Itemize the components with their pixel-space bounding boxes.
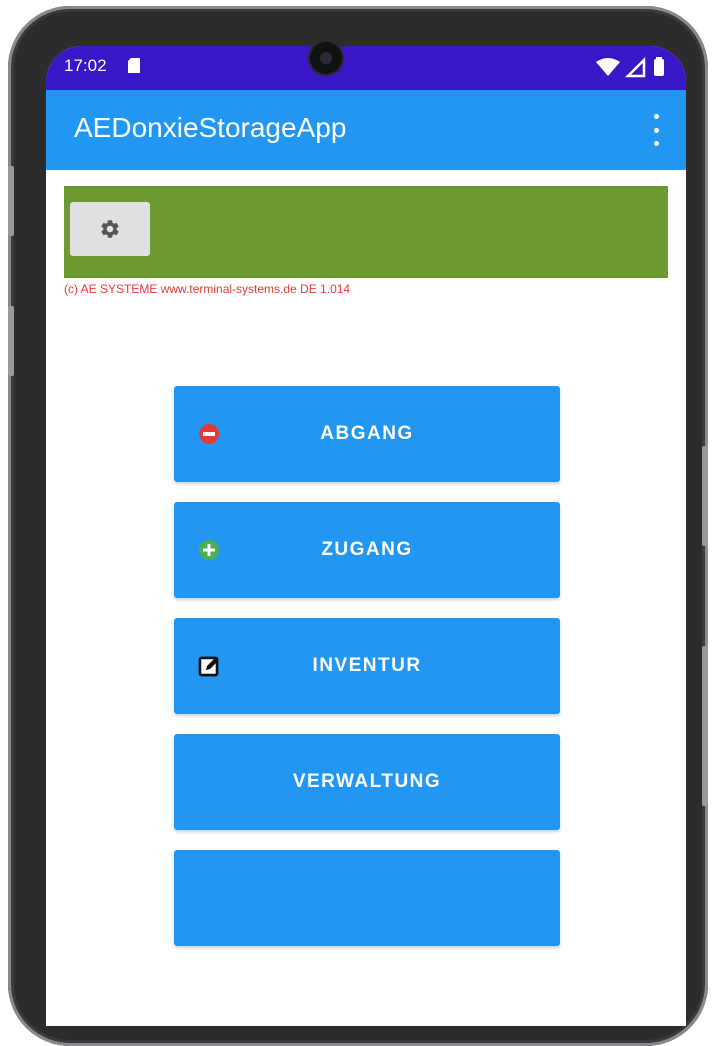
status-icons <box>596 56 664 78</box>
app-title: AEDonxieStorageApp <box>74 112 347 143</box>
phone-screen: 17:02 AEDonxieStorageApp (c) AE SYSTEME … <box>46 46 686 1026</box>
front-camera <box>310 42 342 74</box>
zugang-label: ZUGANG <box>321 539 413 560</box>
copyright-text: (c) AE SYSTEME www.terminal-systems.de D… <box>64 282 351 296</box>
sd-card-icon <box>128 58 140 73</box>
empty-button[interactable] <box>174 850 560 946</box>
settings-panel <box>64 186 668 278</box>
battery-icon <box>654 59 664 76</box>
inventur-button[interactable]: INVENTUR <box>174 618 560 714</box>
zugang-button[interactable]: ZUGANG <box>174 502 560 598</box>
empty-label <box>174 850 560 946</box>
status-time: 17:02 <box>64 56 107 75</box>
verwaltung-button[interactable]: VERWALTUNG <box>174 734 560 830</box>
status-bar: 17:02 <box>46 46 686 90</box>
side-button <box>8 166 14 236</box>
app-bar: AEDonxieStorageApp <box>46 90 686 170</box>
phone-frame: 17:02 AEDonxieStorageApp (c) AE SYSTEME … <box>8 6 708 1046</box>
more-vertical-icon[interactable] <box>648 114 664 146</box>
abgang-label: ABGANG <box>320 423 414 444</box>
wifi-icon <box>596 58 620 76</box>
verwaltung-label: VERWALTUNG <box>292 771 442 792</box>
gear-icon <box>101 220 119 238</box>
side-button <box>8 306 14 376</box>
side-button <box>702 446 708 546</box>
inventur-label: INVENTUR <box>312 655 422 676</box>
signal-icon <box>624 56 646 78</box>
abgang-button[interactable]: ABGANG <box>174 386 560 482</box>
side-button <box>702 646 708 806</box>
settings-button[interactable] <box>70 202 150 256</box>
